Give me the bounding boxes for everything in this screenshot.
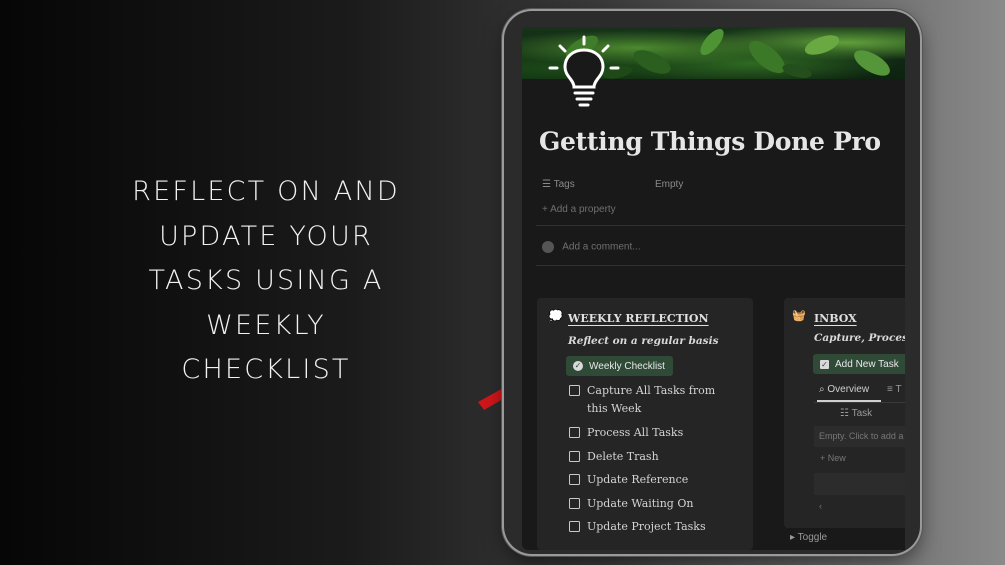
- inbox-subtitle: Capture, Process a: [814, 332, 905, 344]
- lightbulb-icon[interactable]: [546, 35, 622, 111]
- checklist-item[interactable]: Process All Tasks: [569, 424, 729, 442]
- new-row-label: New: [827, 453, 846, 463]
- weekly-reflection-subtitle: Reflect on a regular basis: [568, 335, 719, 347]
- add-new-task-label: Add New Task: [835, 358, 899, 370]
- checklist-item[interactable]: Capture All Tasks from this Week: [569, 382, 729, 418]
- checkbox[interactable]: [569, 451, 580, 462]
- tab-second[interactable]: ≡ T: [887, 384, 902, 395]
- plus-icon: +: [542, 204, 548, 215]
- checklist-item[interactable]: Update Project Tasks: [569, 518, 729, 536]
- checkbox[interactable]: [569, 385, 580, 396]
- caption: REFLECT ON AND UPDATE YOUR TASKS USING A…: [120, 170, 412, 393]
- tablet-frame: Getting Things Done Pro ☰ Tags Empty + A…: [504, 11, 920, 554]
- weekly-checklist-button[interactable]: ✓ Weekly Checklist: [566, 356, 673, 376]
- checklist-item-label: Process All Tasks: [587, 426, 684, 439]
- checklist-item[interactable]: Delete Trash: [569, 448, 729, 466]
- checklist-item-label: Update Project Tasks: [587, 520, 706, 533]
- add-property-label: Add a property: [550, 204, 616, 215]
- edit-list-icon: ≡: [887, 384, 893, 395]
- thought-bubble-icon: 💭: [548, 309, 563, 323]
- notion-page: Getting Things Done Pro ☰ Tags Empty + A…: [522, 27, 905, 550]
- checkbox-icon: ✓: [820, 359, 829, 369]
- empty-row[interactable]: Empty. Click to add a: [814, 426, 905, 447]
- caption-line: WEEKLY: [206, 309, 326, 341]
- inbox-title[interactable]: INBOX: [814, 312, 857, 325]
- task-column-label: Task: [851, 408, 873, 419]
- empty-text: Empty. Click to add a: [819, 431, 904, 441]
- checkbox[interactable]: [569, 521, 580, 532]
- caption-line: REFLECT ON AND: [132, 176, 400, 207]
- comment-row[interactable]: Add a comment...: [542, 241, 641, 253]
- divider: [536, 265, 905, 266]
- triangle-right-icon: ▸: [790, 532, 796, 543]
- caption-line: UPDATE YOUR: [159, 220, 373, 252]
- table-footer: [814, 473, 905, 495]
- checkbox[interactable]: [569, 427, 580, 438]
- tags-value[interactable]: Empty: [655, 179, 683, 190]
- scroll-left-icon[interactable]: ‹: [819, 501, 822, 511]
- checklist-item[interactable]: Update Waiting On: [569, 495, 729, 513]
- checkbox[interactable]: [569, 474, 580, 485]
- caption-line: TASKS USING A: [148, 265, 384, 296]
- checklist-icon: ☷: [840, 408, 849, 419]
- toggle-label: Toggle: [797, 532, 828, 543]
- tab-second-label: T: [895, 384, 902, 395]
- weekly-reflection-title[interactable]: WEEKLY REFLECTION: [568, 312, 709, 325]
- checklist-item-label: Update Reference: [587, 473, 689, 486]
- new-row-button[interactable]: + New: [820, 453, 846, 463]
- tags-property[interactable]: ☰ Tags: [542, 179, 575, 190]
- add-new-task-button[interactable]: ✓ Add New Task: [813, 354, 905, 374]
- add-property-button[interactable]: + Add a property: [542, 204, 616, 215]
- divider: [536, 225, 905, 226]
- checklist-item[interactable]: Update Reference: [569, 471, 729, 489]
- tab-overview-label: Overview: [827, 384, 870, 395]
- weekly-checklist-label: Weekly Checklist: [589, 360, 665, 372]
- toggle-block[interactable]: ▸ Toggle: [790, 532, 827, 543]
- task-column-header[interactable]: ☷ Task: [840, 408, 872, 419]
- basket-icon: 🧺: [792, 310, 806, 322]
- checklist-item-label: Delete Trash: [587, 450, 659, 463]
- checklist-item-label: Update Waiting On: [587, 497, 694, 510]
- table-header: ☷ Task: [814, 403, 905, 424]
- page-title[interactable]: Getting Things Done Pro: [539, 127, 881, 156]
- tags-label: Tags: [553, 179, 575, 190]
- checkbox[interactable]: [569, 498, 580, 509]
- inbox-card: 🧺 INBOX Capture, Process a ✓ Add New Tas…: [784, 298, 905, 528]
- caption-line: CHECKLIST: [181, 354, 351, 385]
- weekly-reflection-card: 💭 WEEKLY REFLECTION Reflect on a regular…: [537, 298, 753, 550]
- comment-input[interactable]: Add a comment...: [562, 242, 640, 253]
- checklist-item-label: Capture All Tasks from this Week: [587, 384, 716, 415]
- avatar: [542, 241, 554, 253]
- check-circle-icon: ✓: [573, 361, 583, 371]
- search-icon: ⌕: [819, 384, 825, 395]
- tab-overview[interactable]: ⌕ Overview: [819, 384, 869, 395]
- plus-icon: +: [820, 453, 826, 463]
- list-icon: ☰: [542, 179, 551, 190]
